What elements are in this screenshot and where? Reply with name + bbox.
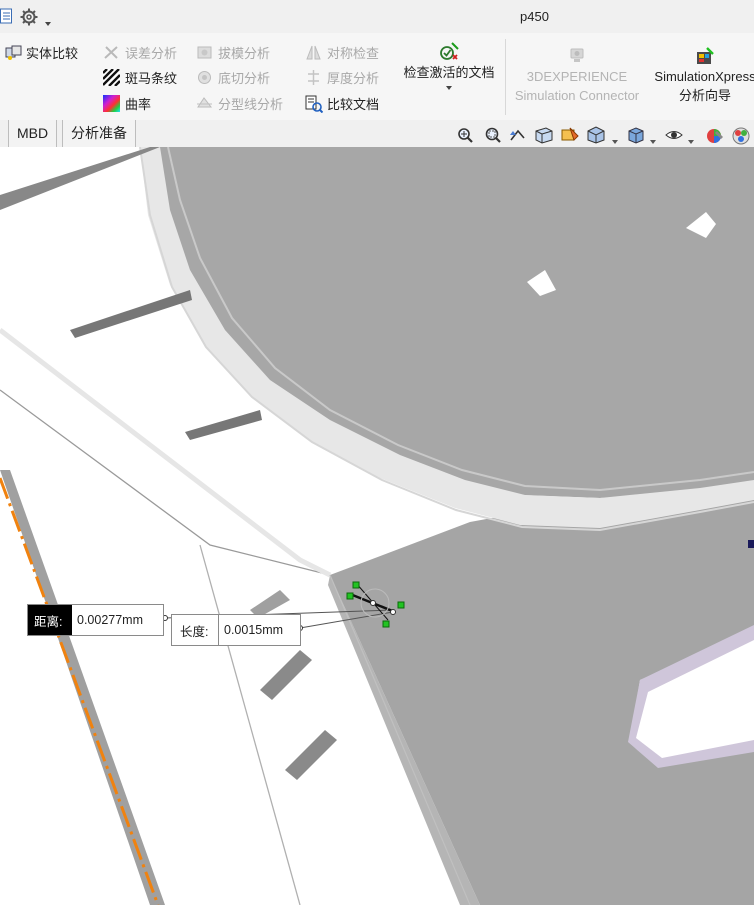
distance-value: 0.00277mm	[77, 613, 144, 627]
curvature-icon	[103, 95, 120, 112]
compare-solids-button[interactable]: 实体比较	[4, 43, 78, 62]
ribbon-divider	[505, 39, 506, 115]
symmetry-check-icon	[305, 44, 322, 61]
check-active-document-button[interactable]: 检查激活的文档	[400, 41, 498, 100]
simulationxpress-label-line1: SimulationXpress	[654, 69, 754, 84]
length-label: 长度:	[172, 615, 219, 645]
zoom-to-fit-icon[interactable]	[456, 126, 474, 147]
chevron-down-icon[interactable]	[688, 132, 694, 147]
zebra-stripes-label: 斑马条纹	[125, 71, 178, 86]
parting-line-analysis-icon	[196, 95, 213, 112]
apply-scene-icon[interactable]	[730, 126, 752, 149]
list-icon[interactable]	[0, 8, 12, 28]
origin-marker	[748, 540, 754, 548]
display-style-icon[interactable]	[626, 126, 646, 147]
zebra-stripes-icon	[102, 68, 121, 87]
undercut-analysis-icon	[196, 69, 213, 86]
undercut-analysis-label: 底切分析	[218, 71, 271, 86]
zebra-stripes-button[interactable]: 斑马条纹	[102, 68, 178, 87]
title-bar: p450	[0, 0, 754, 34]
dropdown-arrow-icon[interactable]	[45, 14, 51, 29]
draft-analysis-button[interactable]: 拔模分析	[196, 43, 270, 62]
graphics-viewport[interactable]: 距离: 0.00277mm 长度: 0.0015mm	[0, 147, 754, 905]
experience-label-line1: 3DEXPERIENCE	[526, 69, 628, 84]
distance-callout[interactable]: 距离: 0.00277mm	[27, 604, 164, 636]
zoom-to-area-icon[interactable]	[482, 126, 502, 147]
chevron-down-icon[interactable]	[650, 132, 656, 147]
previous-view-icon[interactable]	[508, 126, 528, 147]
parting-line-analysis-label: 分型线分析	[218, 97, 284, 112]
tab-analysis-prep[interactable]: 分析准备	[62, 120, 136, 147]
experience-label-line2: Simulation Connector	[514, 88, 640, 103]
distance-label: 距离:	[28, 605, 72, 635]
symmetry-check-label: 对称检查	[327, 46, 380, 61]
thickness-analysis-icon	[305, 69, 322, 86]
edit-appearance-icon[interactable]	[705, 126, 725, 149]
draft-analysis-label: 拔模分析	[218, 46, 271, 61]
curvature-label: 曲率	[125, 97, 152, 112]
view-orientation-icon[interactable]	[586, 126, 608, 147]
compare-documents-button[interactable]: 比较文档	[305, 94, 380, 114]
simulationxpress-button[interactable]: SimulationXpress 分析向导	[651, 47, 754, 105]
length-callout[interactable]: 长度: 0.0015mm	[171, 614, 301, 646]
draft-analysis-icon	[196, 44, 213, 61]
simulation-connector-icon	[508, 47, 646, 67]
section-view-icon[interactable]	[534, 126, 554, 147]
compare-solids-label: 实体比较	[26, 46, 79, 61]
curvature-button[interactable]: 曲率	[103, 94, 151, 113]
undercut-analysis-button[interactable]: 底切分析	[196, 68, 270, 87]
deviation-analysis-label: 误差分析	[125, 46, 178, 61]
check-document-icon	[400, 41, 498, 63]
gear-icon[interactable]	[20, 8, 38, 29]
ribbon-toolbar: 实体比较 误差分析 斑马条纹 曲率 拔模分析 底切分析 分型线分析 对称检查 厚…	[0, 33, 754, 121]
thickness-analysis-button[interactable]: 厚度分析	[305, 68, 379, 87]
dynamic-annotation-icon[interactable]	[560, 126, 580, 147]
tab-mbd[interactable]: MBD	[8, 120, 58, 147]
compare-solids-icon	[4, 44, 22, 61]
deviation-analysis-button[interactable]: 误差分析	[103, 43, 177, 62]
simulationxpress-label-line2: 分析向导	[678, 88, 731, 103]
window-title: p450	[520, 9, 549, 24]
check-active-document-label: 检查激活的文档	[403, 65, 495, 80]
parting-line-analysis-button[interactable]: 分型线分析	[196, 94, 283, 113]
symmetry-check-button[interactable]: 对称检查	[305, 43, 379, 62]
compare-documents-icon	[305, 95, 324, 114]
simulationxpress-icon	[651, 47, 754, 67]
simulation-connector-button[interactable]: 3DEXPERIENCE Simulation Connector	[508, 47, 646, 105]
chevron-down-icon[interactable]	[612, 132, 618, 147]
thickness-analysis-label: 厚度分析	[327, 71, 380, 86]
compare-documents-label: 比较文档	[327, 97, 380, 112]
length-value: 0.0015mm	[224, 623, 284, 637]
deviation-analysis-icon	[103, 44, 120, 61]
chevron-down-icon[interactable]	[400, 86, 498, 100]
hide-show-items-icon[interactable]	[664, 126, 684, 147]
